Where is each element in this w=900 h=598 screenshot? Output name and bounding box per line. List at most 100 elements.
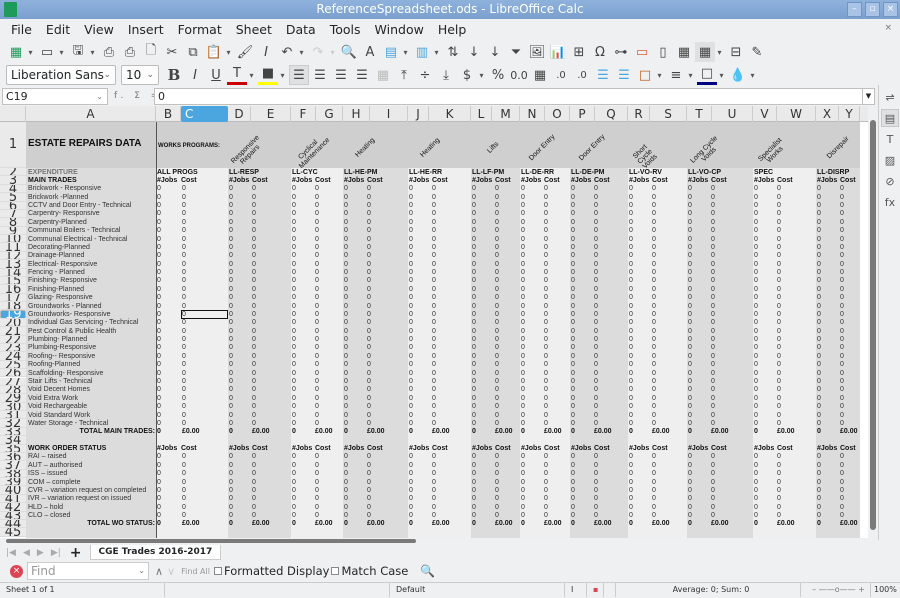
cost-cell[interactable]: 0 bbox=[777, 252, 781, 260]
cost-cell[interactable]: 0 bbox=[840, 219, 844, 227]
row-header-37[interactable]: 37 bbox=[0, 461, 26, 470]
jobs-cell[interactable]: 0 bbox=[629, 269, 633, 277]
functions-icon[interactable]: fx bbox=[881, 193, 899, 211]
align-bottom-icon[interactable]: ⤓ bbox=[436, 65, 456, 85]
sort-icon[interactable]: ⇅ bbox=[443, 42, 463, 62]
cost-header[interactable]: Cost bbox=[711, 445, 727, 453]
cost-cell[interactable]: 0 bbox=[315, 495, 319, 503]
jobs-cell[interactable]: 0 bbox=[817, 479, 821, 487]
jobs-cell[interactable]: 0 bbox=[292, 319, 296, 327]
jobs-cell[interactable]: 0 bbox=[571, 336, 575, 344]
jobs-cell[interactable]: 0 bbox=[292, 403, 296, 411]
total-cost-cell[interactable]: £0.00 bbox=[652, 520, 670, 528]
cost-cell[interactable]: 0 bbox=[711, 412, 715, 420]
trade-label[interactable]: Roofing-- Responsive bbox=[28, 353, 95, 361]
cost-cell[interactable]: 0 bbox=[315, 420, 319, 428]
conditional-format-icon[interactable]: 💧 bbox=[728, 65, 748, 85]
jobs-cell[interactable]: 0 bbox=[571, 395, 575, 403]
cost-cell[interactable]: 0 bbox=[652, 261, 656, 269]
jobs-cell[interactable]: 0 bbox=[344, 227, 348, 235]
jobs-cell[interactable]: 0 bbox=[688, 236, 692, 244]
jobs-cell[interactable]: 0 bbox=[817, 495, 821, 503]
column-header-K[interactable]: K bbox=[429, 106, 471, 122]
cost-cell[interactable]: 0 bbox=[652, 420, 656, 428]
program-code[interactable]: LL-HE-PM bbox=[344, 169, 377, 177]
cost-cell[interactable]: 0 bbox=[367, 412, 371, 420]
cost-cell[interactable]: 0 bbox=[594, 487, 598, 495]
jobs-cell[interactable]: 0 bbox=[409, 319, 413, 327]
jobs-cell[interactable]: 0 bbox=[344, 420, 348, 428]
cost-cell[interactable]: 0 bbox=[367, 512, 371, 520]
cost-cell[interactable]: 0 bbox=[840, 328, 844, 336]
jobs-header[interactable]: #Jobs bbox=[817, 445, 837, 453]
trade-label[interactable]: Communal Electrical - Technical bbox=[28, 236, 127, 244]
jobs-cell[interactable]: 0 bbox=[292, 277, 296, 285]
increase-indent-icon[interactable]: ☰ bbox=[593, 65, 613, 85]
cost-cell[interactable]: 0 bbox=[315, 294, 319, 302]
cost-cell[interactable]: 0 bbox=[495, 462, 499, 470]
cost-cell[interactable]: 0 bbox=[432, 412, 436, 420]
jobs-cell[interactable]: 0 bbox=[292, 420, 296, 428]
jobs-cell[interactable]: 0 bbox=[754, 386, 758, 394]
cost-cell[interactable]: 0 bbox=[711, 336, 715, 344]
percent-icon[interactable]: % bbox=[488, 65, 508, 85]
total-cost-cell[interactable]: £0.00 bbox=[840, 428, 858, 436]
cost-cell[interactable]: 0 bbox=[652, 353, 656, 361]
jobs-cell[interactable]: 0 bbox=[629, 504, 633, 512]
cost-cell[interactable]: 0 bbox=[594, 470, 598, 478]
row-icon[interactable]: ▤ bbox=[381, 42, 401, 62]
cost-header[interactable]: Cost bbox=[777, 445, 793, 453]
jobs-cell[interactable]: 0 bbox=[292, 495, 296, 503]
cost-cell[interactable]: 0 bbox=[777, 395, 781, 403]
jobs-cell[interactable]: 0 bbox=[629, 479, 633, 487]
currency-icon[interactable]: $ bbox=[457, 65, 477, 85]
jobs-cell[interactable]: 0 bbox=[157, 495, 161, 503]
align-right-icon[interactable]: ☰ bbox=[331, 65, 351, 85]
jobs-cell[interactable]: 0 bbox=[817, 420, 821, 428]
jobs-cell[interactable]: 0 bbox=[688, 395, 692, 403]
jobs-cell[interactable]: 0 bbox=[571, 462, 575, 470]
open-icon[interactable]: ▭ bbox=[37, 42, 57, 62]
jobs-cell[interactable]: 0 bbox=[229, 236, 233, 244]
jobs-cell[interactable]: 0 bbox=[688, 294, 692, 302]
cost-cell[interactable]: 0 bbox=[367, 261, 371, 269]
jobs-cell[interactable]: 0 bbox=[409, 328, 413, 336]
jobs-cell[interactable]: 0 bbox=[409, 210, 413, 218]
cost-cell[interactable]: 0 bbox=[777, 344, 781, 352]
jobs-cell[interactable]: 0 bbox=[521, 462, 525, 470]
cost-cell[interactable]: 0 bbox=[367, 227, 371, 235]
jobs-cell[interactable]: 0 bbox=[571, 412, 575, 420]
cost-cell[interactable]: 0 bbox=[432, 504, 436, 512]
jobs-cell[interactable]: 0 bbox=[229, 353, 233, 361]
jobs-cell[interactable]: 0 bbox=[157, 194, 161, 202]
cost-cell[interactable]: 0 bbox=[315, 227, 319, 235]
cost-cell[interactable]: 0 bbox=[367, 219, 371, 227]
cost-cell[interactable]: 0 bbox=[495, 210, 499, 218]
total-cost-cell[interactable]: £0.00 bbox=[711, 520, 729, 528]
column-header-V[interactable]: V bbox=[753, 106, 777, 122]
total-jobs-cell[interactable]: 0 bbox=[229, 520, 233, 528]
column-header-E[interactable]: E bbox=[251, 106, 291, 122]
jobs-cell[interactable]: 0 bbox=[688, 370, 692, 378]
cost-cell[interactable]: 0 bbox=[652, 487, 656, 495]
clone-formatting-icon[interactable]: 🖌 bbox=[235, 42, 255, 62]
jobs-cell[interactable]: 0 bbox=[521, 185, 525, 193]
jobs-cell[interactable]: 0 bbox=[157, 227, 161, 235]
jobs-cell[interactable]: 0 bbox=[521, 227, 525, 235]
jobs-cell[interactable]: 0 bbox=[472, 294, 476, 302]
total-cost-cell[interactable]: £0.00 bbox=[840, 520, 858, 528]
jobs-cell[interactable]: 0 bbox=[754, 219, 758, 227]
cost-cell[interactable]: 0 bbox=[252, 202, 256, 210]
jobs-cell[interactable]: 0 bbox=[409, 269, 413, 277]
maximize-button[interactable]: ▫ bbox=[865, 2, 880, 17]
jobs-cell[interactable]: 0 bbox=[629, 512, 633, 520]
cost-cell[interactable]: 0 bbox=[367, 269, 371, 277]
jobs-cell[interactable]: 0 bbox=[629, 462, 633, 470]
cost-cell[interactable]: 0 bbox=[840, 512, 844, 520]
jobs-cell[interactable]: 0 bbox=[157, 412, 161, 420]
cost-cell[interactable]: 0 bbox=[777, 261, 781, 269]
cost-cell[interactable]: 0 bbox=[315, 286, 319, 294]
jobs-cell[interactable]: 0 bbox=[629, 453, 633, 461]
jobs-cell[interactable]: 0 bbox=[629, 244, 633, 252]
cost-cell[interactable]: 0 bbox=[432, 328, 436, 336]
